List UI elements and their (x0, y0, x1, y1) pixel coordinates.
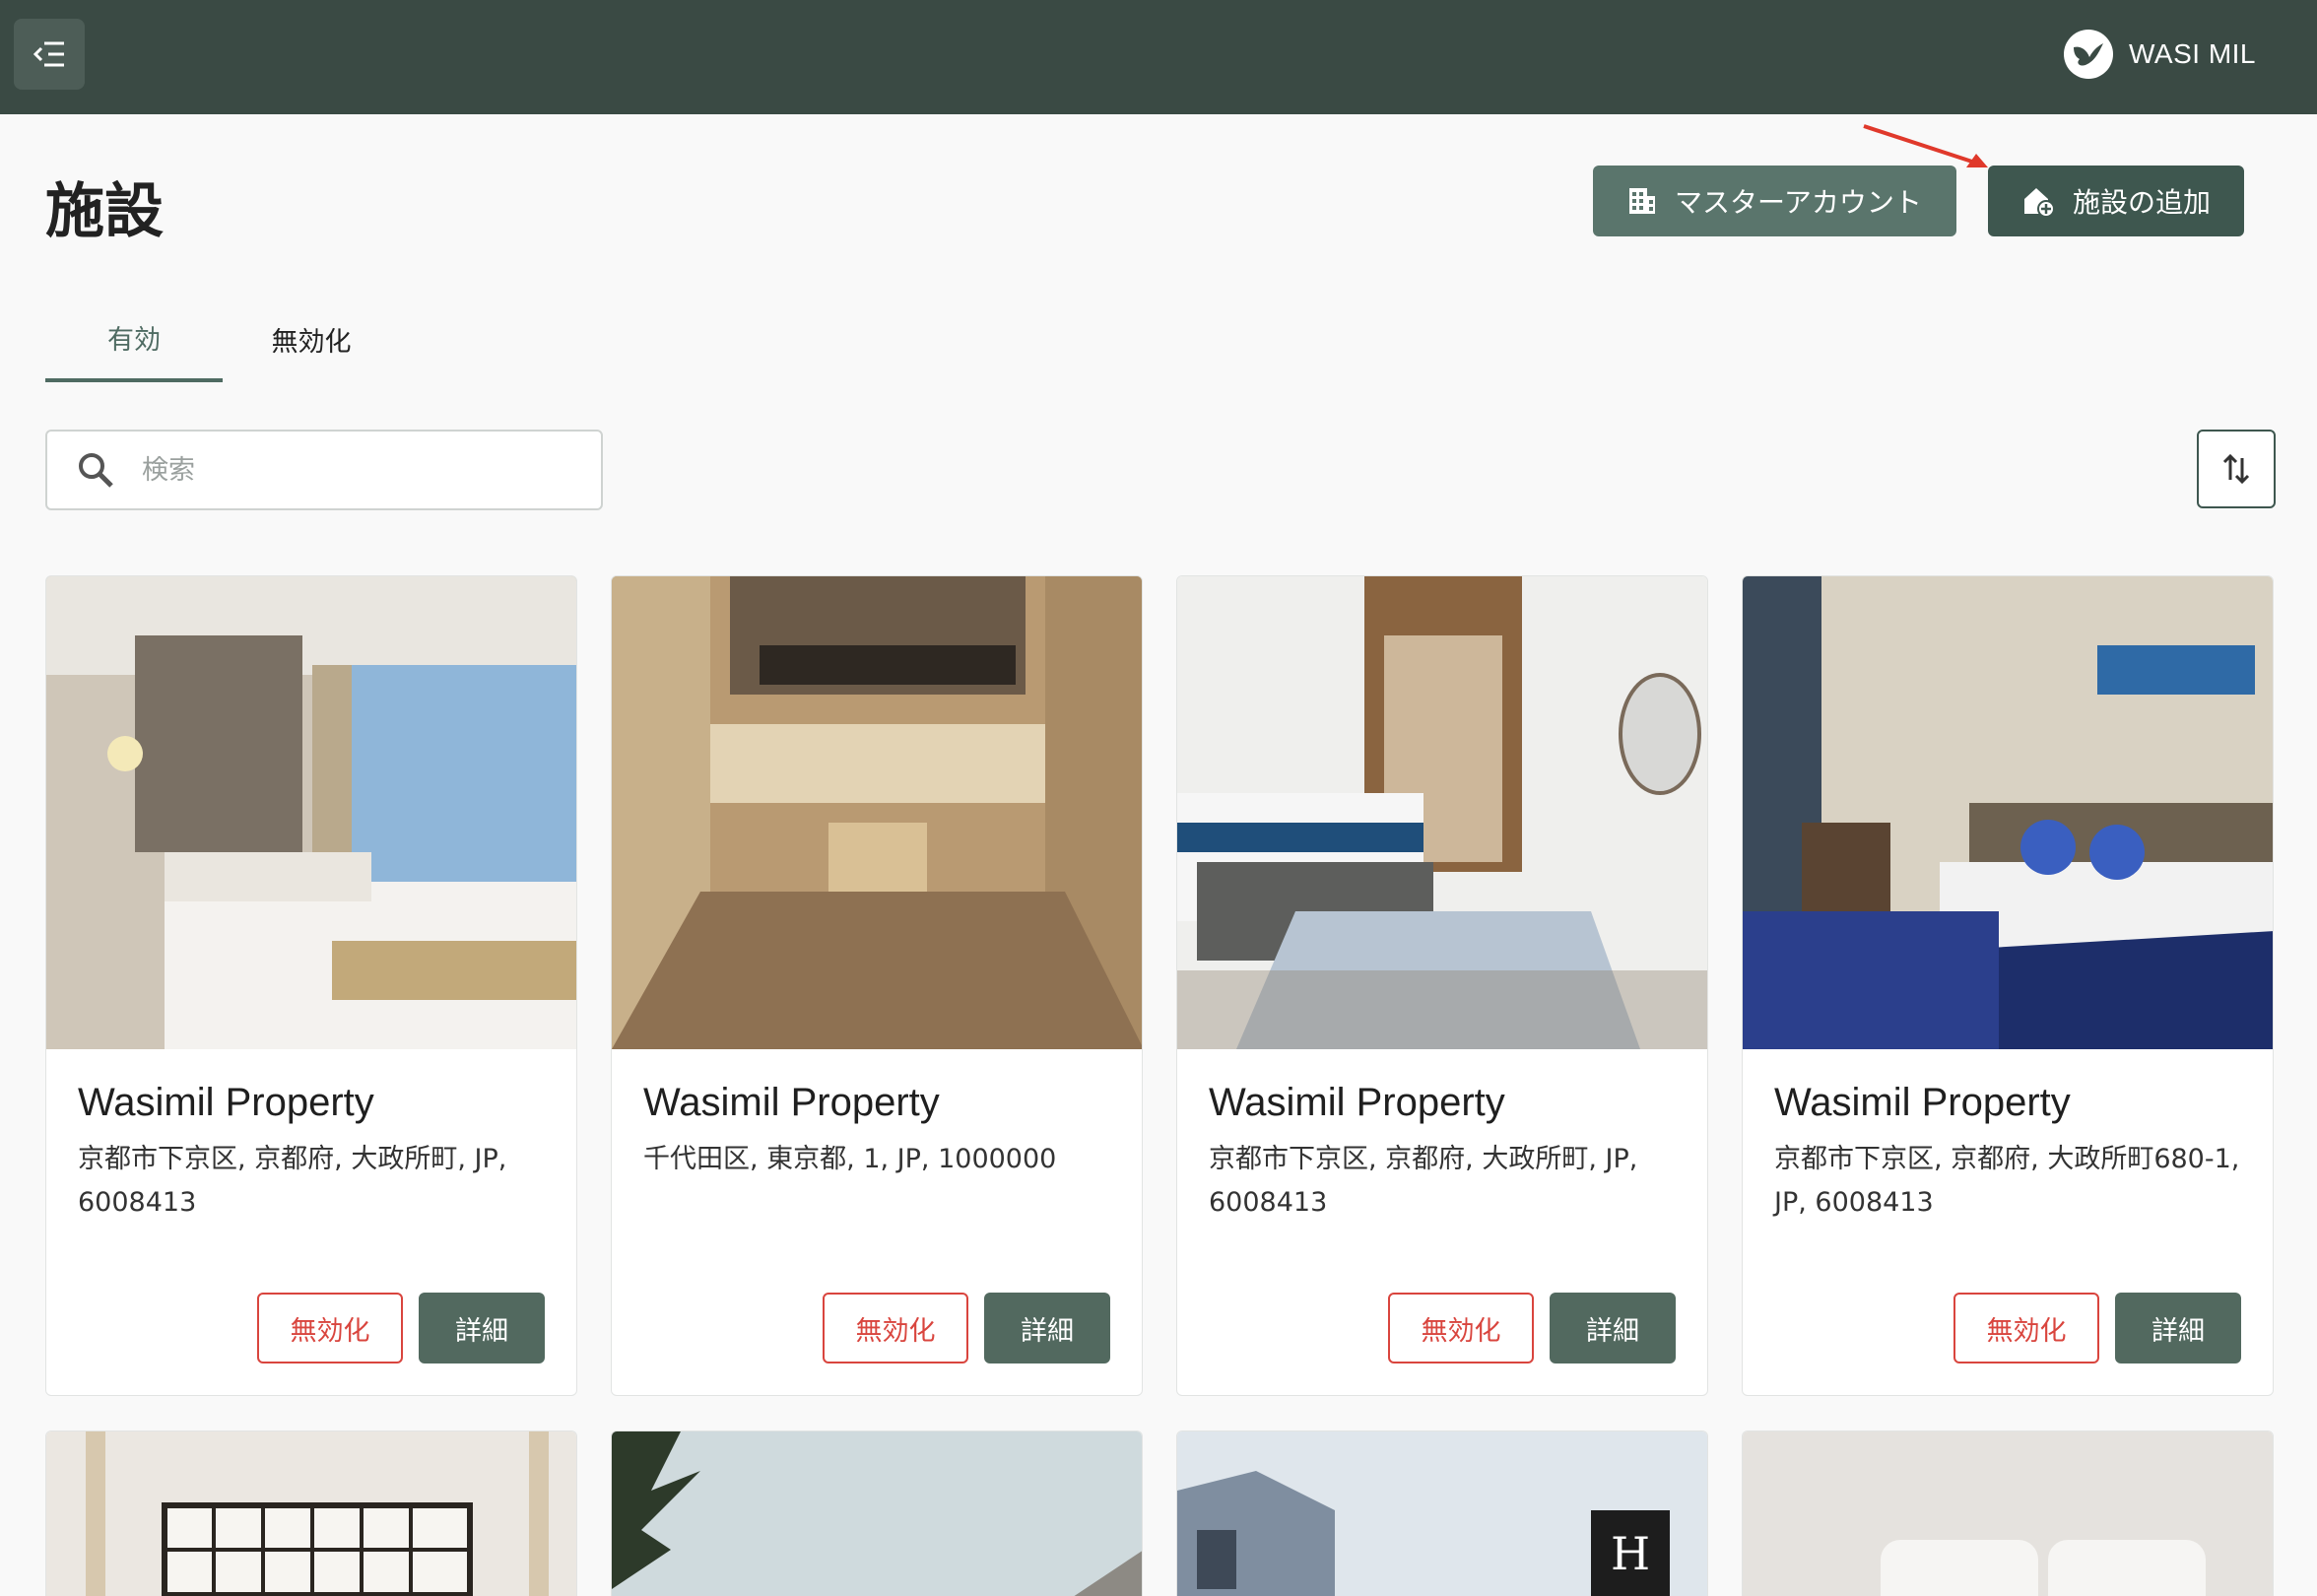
tab-deactivated[interactable]: 無効化 (223, 296, 400, 382)
sort-arrows-icon (2222, 453, 2250, 485)
facility-photo (46, 576, 576, 1049)
sort-button[interactable] (2197, 430, 2276, 508)
facility-address: 京都市下京区, 京都府, 大政所町680-1, JP, 6008413 (1774, 1144, 2240, 1218)
add-facility-button[interactable]: 施設の追加 (1988, 166, 2244, 236)
deactivate-button[interactable]: 無効化 (1953, 1293, 2099, 1363)
facility-card (45, 1430, 577, 1596)
detail-button[interactable]: 詳細 (1550, 1293, 1676, 1363)
add-facility-label: 施設の追加 (2072, 186, 2211, 219)
facility-photo (612, 1431, 1142, 1596)
page-title: 施設 (45, 177, 164, 246)
collapse-menu-button[interactable] (14, 19, 85, 90)
tab-active[interactable]: 有効 (45, 296, 223, 382)
master-account-button[interactable]: マスターアカウント (1593, 166, 1956, 236)
facility-name: Wasimil Property (78, 1081, 374, 1124)
facility-name: Wasimil Property (1774, 1081, 2071, 1124)
top-app-bar: WASI MIL (0, 0, 2317, 114)
detail-button[interactable]: 詳細 (419, 1293, 545, 1363)
house-add-icon (2023, 188, 2055, 218)
facility-photo: H (1177, 1431, 1707, 1596)
detail-button[interactable]: 詳細 (2115, 1293, 2241, 1363)
search-input[interactable] (142, 454, 556, 486)
facility-card: Wasimil Property 京都市下京区, 京都府, 大政所町, JP, … (45, 575, 577, 1396)
facility-photo (1743, 576, 2273, 1049)
facility-card: H (1176, 1430, 1708, 1596)
facility-card (1742, 1430, 2274, 1596)
facility-address: 千代田区, 東京都, 1, JP, 1000000 (643, 1144, 1057, 1174)
brand-name: WASI MIL (2129, 38, 2256, 69)
facility-photo (1177, 576, 1707, 1049)
search-icon (79, 453, 113, 488)
facility-address: 京都市下京区, 京都府, 大政所町, JP, 6008413 (1209, 1144, 1638, 1218)
facility-name: Wasimil Property (643, 1081, 940, 1124)
deactivate-button[interactable]: 無効化 (257, 1293, 403, 1363)
facility-photo (46, 1431, 576, 1596)
facility-card: Wasimil Property 京都市下京区, 京都府, 大政所町680-1,… (1742, 575, 2274, 1396)
facility-address: 京都市下京区, 京都府, 大政所町, JP, 6008413 (78, 1144, 507, 1218)
facility-card: Wasimil Property 京都市下京区, 京都府, 大政所町, JP, … (1176, 575, 1708, 1396)
master-account-label: マスターアカウント (1675, 186, 1922, 219)
bird-logo-icon (2064, 30, 2114, 79)
facility-photo (1743, 1431, 2273, 1596)
collapse-menu-icon (33, 41, 64, 67)
deactivate-button[interactable]: 無効化 (1388, 1293, 1534, 1363)
search-box[interactable] (45, 430, 603, 510)
facility-name: Wasimil Property (1209, 1081, 1505, 1124)
facility-card (611, 1430, 1143, 1596)
detail-button[interactable]: 詳細 (984, 1293, 1110, 1363)
facility-photo (612, 576, 1142, 1049)
status-tabs: 有効 無効化 (45, 296, 400, 382)
brand[interactable]: WASI MIL (2064, 28, 2256, 81)
deactivate-button[interactable]: 無効化 (823, 1293, 968, 1363)
svg-text:H: H (1611, 1527, 1650, 1580)
building-icon (1629, 188, 1656, 214)
facility-card: Wasimil Property 千代田区, 東京都, 1, JP, 10000… (611, 575, 1143, 1396)
